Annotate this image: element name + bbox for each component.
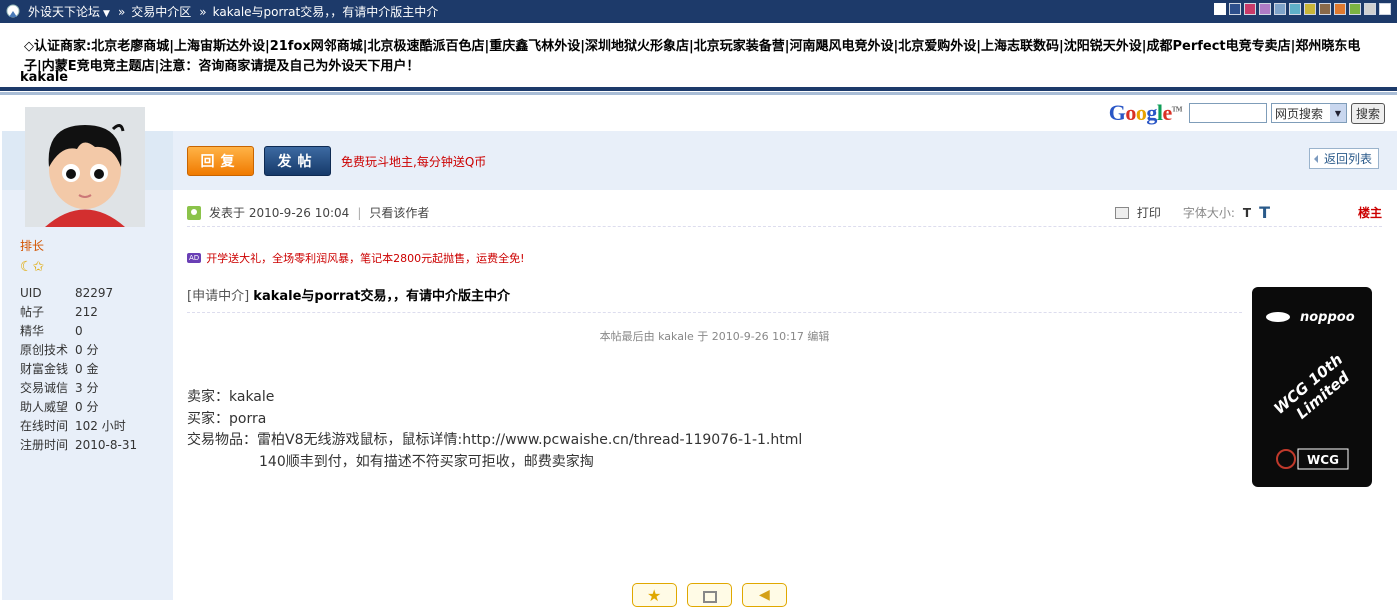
box-icon — [703, 591, 717, 603]
font-big-button[interactable]: T — [1259, 203, 1270, 222]
promo-link[interactable]: 免费玩斗地主,每分钟送Q币 — [341, 153, 486, 170]
author-rank: 排长 — [20, 239, 45, 253]
stat-row: 精华 0 — [20, 322, 137, 341]
stat-value: 212 — [75, 305, 98, 319]
post-actions-bottom: ★ ◀ — [632, 583, 787, 607]
style-swatch[interactable] — [1289, 3, 1301, 15]
stat-value: 0 — [75, 324, 83, 338]
stat-row: 原创技术 0 分 — [20, 341, 137, 360]
divider — [187, 312, 1242, 313]
stat-value: 3 分 — [75, 381, 99, 395]
font-small-button[interactable]: T — [1243, 206, 1251, 220]
reply-button[interactable]: 回复 — [187, 146, 254, 176]
stat-row: 帖子 212 — [20, 303, 137, 322]
stat-row: UID 82297 — [20, 284, 137, 303]
divider — [0, 92, 1397, 95]
stat-value: 0 金 — [75, 362, 99, 376]
style-swatch[interactable] — [1319, 3, 1331, 15]
breadcrumb-separator: » — [117, 4, 126, 19]
body-line: 卖家：kakale — [187, 389, 275, 405]
chevron-down-icon: ▼ — [1329, 104, 1346, 122]
body-line: 140顺丰到付，如有描述不符买家可拒收，邮费卖家掏 — [259, 453, 594, 470]
style-swatch[interactable] — [1229, 3, 1241, 15]
chevron-left-icon — [1313, 155, 1318, 163]
stat-label: 助人威望 — [20, 400, 69, 414]
search-type-select[interactable]: 网页搜索 ▼ — [1270, 103, 1347, 123]
style-swatch[interactable] — [1364, 3, 1376, 15]
style-swatch[interactable] — [1379, 3, 1391, 15]
stat-row: 注册时间 2010-8-31 — [20, 436, 137, 455]
style-swatch[interactable] — [1244, 3, 1256, 15]
star-icon: ★ — [647, 586, 662, 605]
style-swatch[interactable] — [1214, 3, 1226, 15]
breadcrumb-section[interactable]: 交易中介区 — [131, 3, 191, 20]
style-swatch[interactable] — [1259, 3, 1271, 15]
author-name[interactable]: kakale — [20, 70, 68, 85]
avatar[interactable] — [25, 107, 145, 227]
stat-row: 助人威望 0 分 — [20, 398, 137, 417]
ad-brand: noppoo — [1300, 310, 1355, 325]
stat-label: 精华 — [20, 324, 45, 338]
new-post-button[interactable]: 发帖 — [264, 146, 331, 176]
stat-label: 交易诚信 — [20, 381, 69, 395]
style-swatch[interactable] — [1349, 3, 1361, 15]
printer-icon[interactable] — [1114, 206, 1129, 219]
stat-label: 在线时间 — [20, 419, 69, 433]
only-author-link[interactable]: 只看该作者 — [369, 204, 429, 221]
google-search: GoogleTM 网页搜索 ▼ 搜索 — [1109, 100, 1385, 126]
stat-label: 帖子 — [20, 305, 45, 319]
stat-value: 82297 — [75, 286, 114, 300]
stat-row: 在线时间 102 小时 — [20, 417, 137, 436]
megaphone-icon: ◀ — [759, 587, 770, 603]
body-line: 买家：porra — [187, 410, 267, 427]
breadcrumb-thread: kakale与porrat交易，，有请中介版主中介 — [212, 5, 439, 19]
favorite-button[interactable]: ★ — [632, 583, 677, 607]
post-title: [申请中介] kakale与porrat交易，，有请中介版主中介 — [187, 289, 510, 304]
style-swatch[interactable] — [1304, 3, 1316, 15]
font-size-label: 字体大小: — [1182, 206, 1235, 220]
author-stats: UID 82297 帖子 212 精华 0 原创技术 0 分财富金钱 0 金交易诚信 3 分助人威… — [20, 284, 137, 455]
print-link[interactable]: 打印 — [1137, 204, 1161, 221]
ad-badge-text: WCG — [1307, 453, 1339, 467]
style-swatch[interactable] — [1274, 3, 1286, 15]
body-line: 交易物品：雷柏V8无线游戏鼠标，鼠标详情:http://www.pcwaishe… — [187, 432, 803, 448]
back-to-list-button[interactable]: 返回列表 — [1308, 148, 1379, 169]
share-button[interactable] — [687, 583, 732, 607]
post-category[interactable]: [申请中介] — [187, 289, 249, 304]
breadcrumb-separator: » — [199, 4, 207, 19]
stat-label: 原创技术 — [20, 343, 69, 357]
stat-value: 0 分 — [75, 400, 99, 414]
top-nav-bar: 外设天下论坛 ▼ » 交易中介区 » kakale与porrat交易，，有请中介版… — [0, 0, 1397, 23]
google-logo: GoogleTM — [1108, 100, 1183, 125]
breadcrumb-forum[interactable]: 外设天下论坛 ▼ — [28, 3, 110, 20]
post-body: 卖家：kakale 买家：porra 交易物品：雷柏V8无线游戏鼠标，鼠标详情:… — [187, 387, 802, 473]
stat-row: 交易诚信 3 分 — [20, 379, 137, 398]
search-button[interactable]: 搜索 — [1350, 102, 1385, 124]
stat-value: 102 小时 — [75, 419, 126, 433]
forum-home-icon[interactable] — [4, 3, 22, 21]
ad-badge: AD — [187, 253, 202, 263]
breadcrumb: 外设天下论坛 ▼ » 交易中介区 » kakale与porrat交易，，有请中介版… — [0, 3, 442, 21]
post-date: 发表于 2010-9-26 10:04 — [209, 206, 350, 220]
stat-label: 财富金钱 — [20, 362, 69, 376]
report-button[interactable]: ◀ — [742, 583, 787, 607]
ad-link[interactable]: AD 开学送大礼，全场零利润风暴，笔记本2800元起抛售，运费全免! — [187, 250, 525, 266]
stat-row: 财富金钱 0 金 — [20, 360, 137, 379]
stat-label: UID — [20, 286, 42, 300]
floor-label: 楼主 — [1357, 206, 1382, 220]
search-input[interactable] — [1188, 103, 1267, 123]
certified-merchants-bar: ◇认证商家:北京老廖商城|上海宙斯达外设|21fox网邻商城|北京极速酷派百色店… — [0, 23, 1397, 91]
stat-value: 0 分 — [75, 343, 99, 357]
online-user-icon — [187, 205, 201, 220]
side-ad-banner[interactable]: noppoo WCG 10th Limited WCG — [1252, 287, 1372, 487]
meta-separator: | — [357, 205, 362, 220]
stat-value: 2010-8-31 — [75, 438, 138, 452]
edit-note: 本帖最后由 kakale 于 2010-9-26 10:17 编辑 — [599, 330, 830, 343]
rank-icon: ☾✩ — [20, 259, 45, 275]
merchants-text: ◇认证商家:北京老廖商城|上海宙斯达外设|21fox网邻商城|北京极速酷派百色店… — [24, 39, 1361, 74]
stat-label: 注册时间 — [20, 438, 69, 452]
post-meta: 发表于 2010-9-26 10:04 | 只看该作者 打印 字体大小: T T… — [187, 199, 1382, 227]
style-switcher — [1214, 3, 1391, 15]
style-swatch[interactable] — [1334, 3, 1346, 15]
